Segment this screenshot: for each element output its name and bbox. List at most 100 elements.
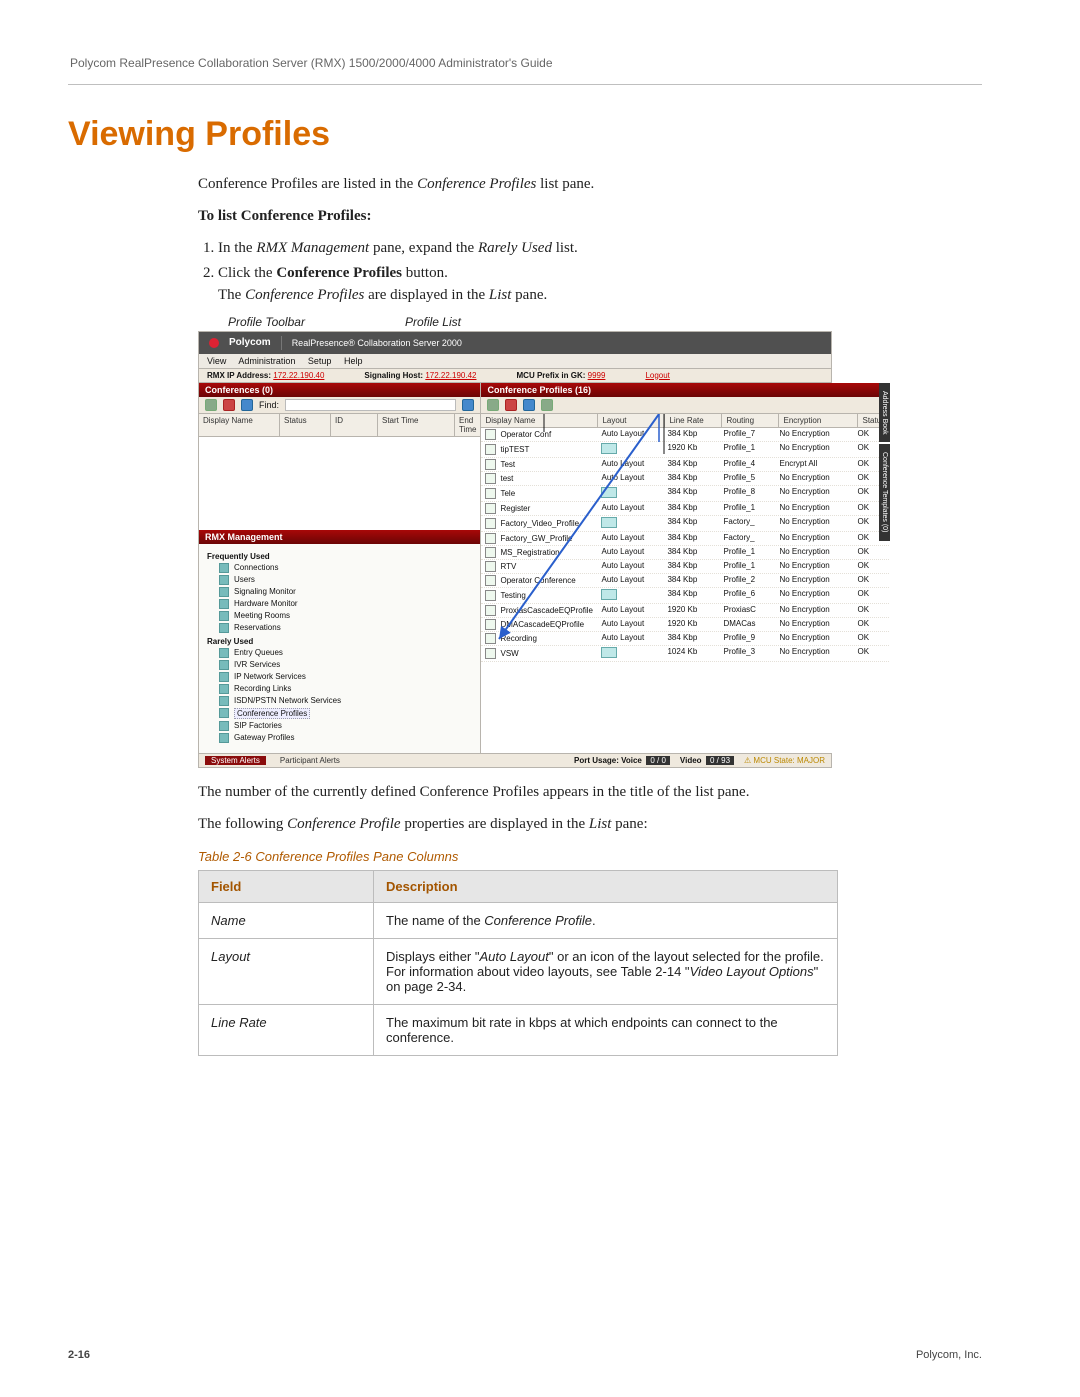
procedure-heading: To list Conference Profiles: [198,206,982,228]
app-screenshot: Polycom RealPresence® Collaboration Serv… [198,331,832,768]
paragraph-count-note: The number of the currently defined Conf… [198,782,982,804]
table-row[interactable]: RegisterAuto Layout384 KbpProfile_1No En… [481,502,889,516]
profile-icon [485,533,496,544]
tree-item[interactable]: Signaling Monitor [219,587,480,597]
tree-item[interactable]: Users [219,575,480,585]
table-row[interactable]: TestAuto Layout384 KbpProfile_4Encrypt A… [481,458,889,472]
tree-icon [219,575,229,585]
tree-icon [219,563,229,573]
toolbar-icon[interactable] [523,399,535,411]
table-row: NameThe name of the Conference Profile. [199,903,838,939]
profile-icon [485,561,496,572]
table-row[interactable]: Testing384 KbpProfile_6No EncryptionOK [481,588,889,604]
profile-icon [485,488,496,499]
tree-icon [219,733,229,743]
tree-item[interactable]: SIP Factories [219,721,480,731]
participant-alerts[interactable]: Participant Alerts [280,756,340,765]
tree-item[interactable]: IP Network Services [219,672,480,682]
table-row[interactable]: Factory_Video_Profile384 KbpFactory_No E… [481,516,889,532]
layout-thumbnail-icon [601,487,617,498]
tree-item[interactable]: Reservations [219,623,480,633]
tree-item[interactable]: Gateway Profiles [219,733,480,743]
tree-icon [219,599,229,609]
menu-administration[interactable]: Administration [238,356,295,366]
table-row[interactable]: RTVAuto Layout384 KbpProfile_1No Encrypt… [481,560,889,574]
table-row[interactable]: VSW1024 KbProfile_3No EncryptionOK [481,646,889,662]
search-icon[interactable] [462,399,474,411]
profile-icon [485,547,496,558]
profile-icon [485,503,496,514]
toolbar-icon[interactable] [541,399,553,411]
tree-item[interactable]: Connections [219,563,480,573]
tree-item[interactable]: Entry Queues [219,648,480,658]
profile-icon [485,518,496,529]
conferences-toolbar[interactable]: Find: [199,397,480,414]
menu-help[interactable]: Help [344,356,363,366]
tree-group-frequently-used[interactable]: Frequently Used [207,552,480,561]
tree-item[interactable]: Meeting Rooms [219,611,480,621]
running-header: Polycom RealPresence Collaboration Serve… [70,56,982,70]
table-row[interactable]: Operator ConfAuto Layout384 KbpProfile_7… [481,428,889,442]
callout-labels: Profile Toolbar Profile List [228,315,982,329]
header-rule [68,84,982,85]
table-row[interactable]: Tele384 KbpProfile_8No EncryptionOK [481,486,889,502]
new-profile-icon[interactable] [487,399,499,411]
table-row[interactable]: Factory_GW_ProfileAuto Layout384 KbpFact… [481,532,889,546]
app-titlebar: Polycom RealPresence® Collaboration Serv… [199,332,831,354]
status-bar: System Alerts Participant Alerts Port Us… [199,753,831,767]
callout-toolbar: Profile Toolbar [228,315,305,329]
step-1: In the RMX Management pane, expand the R… [218,238,982,260]
profile-icon [485,590,496,601]
find-label: Find: [259,400,279,410]
table-row[interactable]: ProxiasCascadeEQProfileAuto Layout1920 K… [481,604,889,618]
menu-setup[interactable]: Setup [308,356,332,366]
profile-icon [485,459,496,470]
profile-icon [485,633,496,644]
tree-group-rarely-used[interactable]: Rarely Used [207,637,480,646]
footer-company: Polycom, Inc. [916,1349,982,1361]
system-alerts[interactable]: System Alerts [205,756,266,765]
side-tab-address-book[interactable]: Address Book [879,383,890,443]
th-description: Description [374,871,838,903]
profiles-toolbar[interactable] [481,397,889,414]
logout-link[interactable]: Logout [645,371,669,380]
tree-item[interactable]: Hardware Monitor [219,599,480,609]
menu-bar[interactable]: View Administration Setup Help [199,354,831,369]
table-row[interactable]: RecordingAuto Layout384 KbpProfile_9No E… [481,632,889,646]
conferences-columns: Display NameStatusIDStart TimeEnd Time [199,414,480,437]
tree-icon [219,672,229,682]
table-row[interactable]: MS_RegistrationAuto Layout384 KbpProfile… [481,546,889,560]
management-tree[interactable]: Frequently Used Connections Users Signalin… [199,544,480,753]
polycom-logo-icon [209,338,219,348]
profiles-pane-title: Conference Profiles (16) [481,383,889,397]
side-tab-conference-templates[interactable]: Conference Templates (0) [879,444,890,540]
menu-view[interactable]: View [207,356,226,366]
toolbar-icon[interactable] [241,399,253,411]
table-row[interactable]: testAuto Layout384 KbpProfile_5No Encryp… [481,472,889,486]
profile-icon [485,575,496,586]
layout-thumbnail-icon [601,517,617,528]
paragraph-following-props: The following Conference Profile propert… [198,814,982,836]
find-input[interactable] [285,399,456,411]
delete-profile-icon[interactable] [505,399,517,411]
tree-icon [219,708,229,718]
tree-item[interactable]: Conference Profiles [219,708,480,719]
tree-item[interactable]: IVR Services [219,660,480,670]
delete-icon[interactable] [223,399,235,411]
toolbar-icon[interactable] [205,399,217,411]
brand-text: Polycom [229,337,271,348]
tree-item[interactable]: Recording Links [219,684,480,694]
tree-item[interactable]: ISDN/PSTN Network Services [219,696,480,706]
table-row[interactable]: Operator ConferenceAuto Layout384 KbpPro… [481,574,889,588]
management-pane-title: RMX Management [199,530,480,544]
profiles-grid[interactable]: Operator ConfAuto Layout384 KbpProfile_7… [481,428,889,753]
table-row[interactable]: DMACascadeEQProfileAuto Layout1920 KbDMA… [481,618,889,632]
tree-icon [219,587,229,597]
table-row: Line RateThe maximum bit rate in kbps at… [199,1005,838,1056]
profile-icon [485,444,496,455]
page-number: 2-16 [68,1349,90,1361]
table-row[interactable]: tipTEST1920 KbProfile_1No EncryptionOK [481,442,889,458]
th-field: Field [199,871,374,903]
tree-icon [219,648,229,658]
profile-icon [485,473,496,484]
